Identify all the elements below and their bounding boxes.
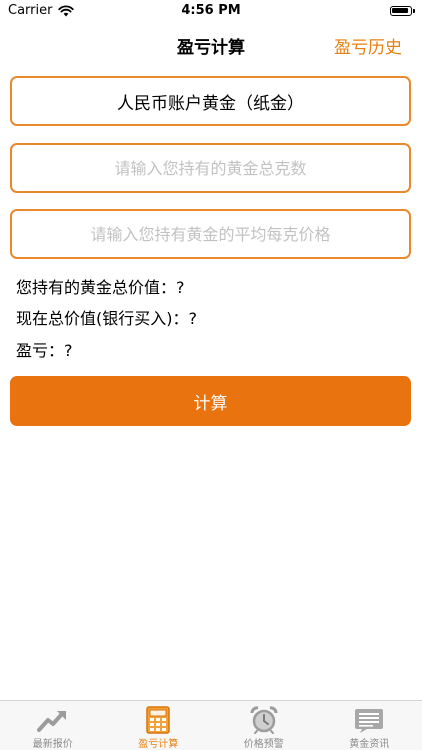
status-bar: Carrier 4:56 PM [0,0,422,24]
tab-bar: 最新报价 盈亏计算 价格预警 黄金资讯 [0,700,422,750]
calculate-button[interactable]: 计算 [10,376,411,426]
tab-gold-news[interactable]: 黄金资讯 [317,701,422,750]
tab-profit-calc[interactable]: 盈亏计算 [106,701,212,750]
profit-loss-result: 盈亏：? [16,341,73,360]
tab-price-alert[interactable]: 价格预警 [211,701,317,750]
tab-latest-quotes[interactable]: 最新报价 [0,701,106,750]
tab-label: 最新报价 [32,739,73,750]
grams-input[interactable] [22,157,399,179]
tab-label: 价格预警 [243,739,284,750]
screen: Carrier 4:56 PM 盈亏计算 盈亏历史 人民币账户黄金（纸金） 您持… [0,0,422,750]
status-time: 4:56 PM [181,3,241,18]
nav-bar: 盈亏计算 盈亏历史 [0,24,422,64]
grams-field [10,143,411,193]
chart-up-icon [36,706,69,734]
account-type-label: 人民币账户黄金（纸金） [117,93,304,114]
profit-history-button[interactable]: 盈亏历史 [334,33,402,58]
tab-label: 黄金资讯 [349,739,390,750]
avg-price-input[interactable] [22,223,399,245]
news-icon [353,706,385,734]
tab-label: 盈亏计算 [138,739,179,750]
calculator-icon [142,706,174,734]
alarm-clock-icon [248,706,280,734]
price-field [10,209,411,259]
battery-icon [390,6,415,16]
total-value-result: 您持有的黄金总价值：? [16,278,185,297]
current-value-result: 现在总价值(银行买入)：? [16,309,197,328]
account-type-selector[interactable]: 人民币账户黄金（纸金） [10,76,411,126]
